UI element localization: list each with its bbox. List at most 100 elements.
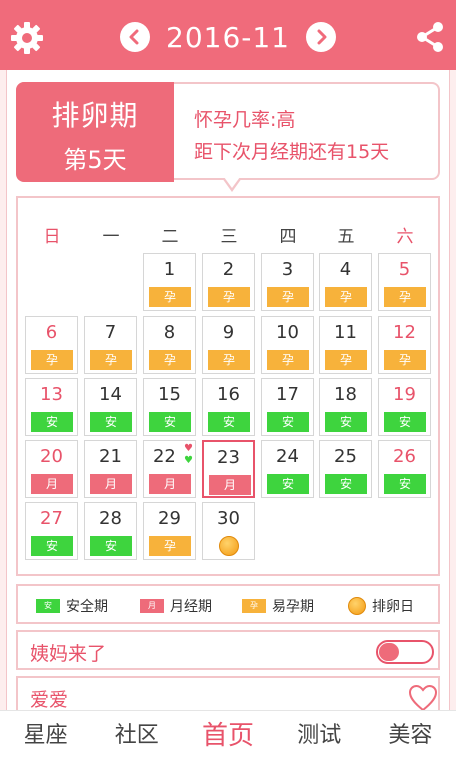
calendar-day[interactable]: 27 安	[25, 502, 78, 560]
pregnancy-rate: 怀孕几率:高	[194, 109, 296, 131]
period-came-toggle[interactable]	[376, 640, 434, 664]
tab-beauty[interactable]: 美容	[365, 711, 456, 760]
calendar-day[interactable]: 14 安	[84, 378, 137, 436]
next-month-button[interactable]	[306, 22, 336, 52]
preg-tag: 孕	[325, 350, 367, 370]
safe-tag: 安	[384, 474, 426, 494]
period-came-label: 姨妈来了	[30, 643, 107, 665]
calendar-day[interactable]: 12 孕	[378, 316, 431, 374]
day-number: 20	[40, 446, 63, 467]
preg-tag: 孕	[208, 350, 250, 370]
calendar-day[interactable]: 3孕	[261, 253, 314, 311]
gear-icon[interactable]	[9, 20, 45, 56]
legend-ovulation-label: 排卵日	[372, 599, 414, 615]
preg-swatch: 孕	[242, 599, 266, 613]
calendar-day[interactable]: 30	[202, 502, 255, 560]
calendar-day[interactable]: 20 月	[25, 440, 78, 498]
calendar-day[interactable]: 2孕	[202, 253, 255, 311]
status-details: 怀孕几率:高 距下次月经期还有15天	[194, 104, 389, 168]
day-number: 13	[40, 384, 63, 405]
calendar-day[interactable]: 6孕	[25, 316, 78, 374]
calendar-day[interactable]: 28 安	[84, 502, 137, 560]
love-heart-icon: ♥	[184, 443, 193, 454]
day-number: 18	[334, 384, 357, 405]
top-bar: 2016-11	[0, 0, 456, 70]
day-number: 30	[217, 508, 240, 529]
calendar-day[interactable]: 24 安	[261, 440, 314, 498]
safe-tag: 安	[267, 474, 309, 494]
safe-swatch: 安	[36, 599, 60, 613]
calendar-day[interactable]: 16 安	[202, 378, 255, 436]
day-number: 24	[276, 446, 299, 467]
tab-test[interactable]: 测试	[274, 711, 365, 760]
day-number: 9	[222, 322, 235, 343]
legend-ovulation: 排卵日	[348, 596, 414, 616]
calendar-day[interactable]: 8孕	[143, 316, 196, 374]
phase-label: 排卵期	[51, 99, 139, 132]
calendar-day[interactable]: 25 安	[319, 440, 372, 498]
calendar-day[interactable]: 11 孕	[319, 316, 372, 374]
calendar-day[interactable]: 21 月	[84, 440, 137, 498]
day-number: 28	[99, 508, 122, 529]
day-number: 10	[276, 322, 299, 343]
egg-icon	[348, 597, 366, 615]
love-row[interactable]: 爱爱	[16, 676, 440, 712]
calendar-day[interactable]: 23 月	[202, 440, 255, 498]
day-number: 29	[158, 508, 181, 529]
month-navigator: 2016-11	[120, 19, 336, 55]
bottom-tab-bar: 星座 社区 首页 测试 美容	[0, 710, 456, 760]
preg-tag: 孕	[90, 350, 132, 370]
calendar-day[interactable]: 29 孕	[143, 502, 196, 560]
preg-tag: 孕	[149, 350, 191, 370]
preg-tag: 孕	[31, 350, 73, 370]
calendar-day[interactable]: 26 安	[378, 440, 431, 498]
calendar-day[interactable]: 4孕	[319, 253, 372, 311]
calendar-day[interactable]: 13 安	[25, 378, 78, 436]
calendar-day[interactable]: 7孕	[84, 316, 137, 374]
safe-tag: 安	[325, 474, 367, 494]
calendar-day[interactable]: 22 月 ♥ ♥	[143, 440, 196, 498]
weekday-label: 日	[43, 227, 61, 247]
safe-tag: 安	[31, 412, 73, 432]
toggle-knob	[379, 643, 399, 661]
weekday-label: 四	[279, 227, 297, 247]
day-number: 2	[222, 259, 235, 280]
tab-horoscope[interactable]: 星座	[0, 711, 91, 760]
chevron-left-icon	[129, 29, 139, 45]
calendar-day[interactable]: 10 孕	[261, 316, 314, 374]
day-number: 27	[40, 508, 63, 529]
calendar-day[interactable]: 15 安	[143, 378, 196, 436]
month-title: 2016-11	[166, 20, 290, 54]
tab-community[interactable]: 社区	[91, 711, 182, 760]
period-came-row[interactable]: 姨妈来了	[16, 630, 440, 670]
day-number: 22	[152, 446, 176, 467]
legend: 安 安全期 月 月经期 孕 易孕期 排卵日	[16, 584, 440, 624]
day-number: 4	[339, 259, 352, 280]
calendar-day[interactable]: 18 安	[319, 378, 372, 436]
share-icon[interactable]	[414, 20, 446, 54]
calendar-day[interactable]: 1孕	[143, 253, 196, 311]
prev-month-button[interactable]	[120, 22, 150, 52]
day-number: 11	[334, 322, 357, 343]
ovulation-egg-icon	[219, 536, 239, 556]
calendar-day[interactable]: 5孕	[378, 253, 431, 311]
period-tag: 月	[209, 475, 251, 495]
calendar-day[interactable]: 17 安	[261, 378, 314, 436]
period-tag: 月	[90, 474, 132, 494]
legend-safe-label: 安全期	[66, 599, 108, 615]
cycle-status-box: 排卵期 第5天 怀孕几率:高 距下次月经期还有15天	[16, 82, 440, 182]
tab-home[interactable]: 首页	[182, 711, 273, 760]
heart-icon[interactable]	[408, 684, 438, 712]
day-number: 26	[393, 446, 416, 467]
chevron-right-icon	[317, 29, 327, 45]
day-number: 6	[45, 322, 58, 343]
safe-tag: 安	[325, 412, 367, 432]
calendar-day[interactable]: 9孕	[202, 316, 255, 374]
safe-tag: 安	[31, 536, 73, 556]
weekday-label: 三	[220, 227, 238, 247]
period-tag: 月	[149, 474, 191, 494]
day-number: 17	[276, 384, 299, 405]
day-number: 19	[393, 384, 416, 405]
calendar-day[interactable]: 19 安	[378, 378, 431, 436]
preg-tag: 孕	[149, 287, 191, 307]
